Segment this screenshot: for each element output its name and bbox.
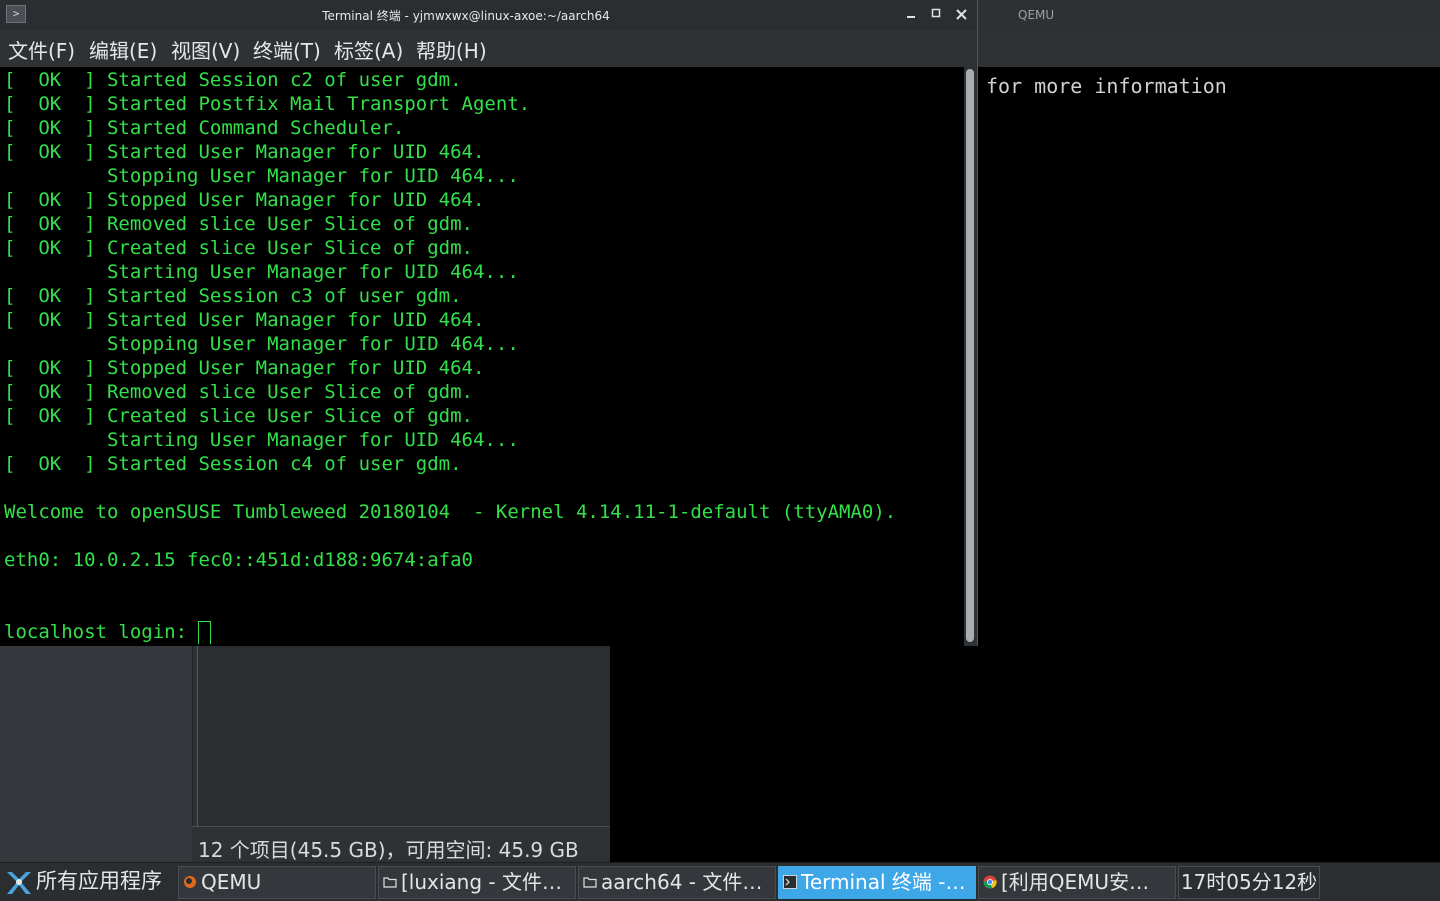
- terminal-cursor: [198, 621, 212, 644]
- folder-icon: [583, 877, 597, 888]
- taskbar-item-qemu[interactable]: QEMU: [178, 866, 376, 899]
- terminal-line: [ OK ] Created slice User Slice of gdm.: [4, 237, 473, 259]
- terminal-output[interactable]: [ OK ] Started Session c2 of user gdm. […: [4, 68, 962, 644]
- file-manager-window[interactable]: 12 个项目(45.5 GB)，可用空间: 45.9 GB: [0, 646, 611, 863]
- applications-menu-label: 所有应用程序: [36, 869, 162, 893]
- terminal-line: Starting User Manager for UID 464...: [4, 261, 519, 283]
- terminal-window[interactable]: > Terminal 终端 - yjmwxwx@linux-axoe:~/aar…: [0, 0, 978, 646]
- terminal-window-title: Terminal 终端 - yjmwxwx@linux-axoe:~/aarch…: [322, 9, 610, 23]
- menu-file[interactable]: 文件(F): [8, 35, 75, 64]
- qemu-titlebar[interactable]: QEMU: [978, 0, 1440, 30]
- login-prompt-line[interactable]: localhost login:: [4, 620, 962, 644]
- terminal-line: [ OK ] Started Session c3 of user gdm.: [4, 285, 462, 307]
- menu-help[interactable]: 帮助(H): [416, 35, 487, 64]
- minimize-button[interactable]: [900, 4, 922, 26]
- menu-terminal[interactable]: 终端(T): [253, 35, 321, 64]
- file-manager-status-text: 12 个项目(45.5 GB)，可用空间: 45.9 GB: [198, 838, 579, 862]
- menu-tabs[interactable]: 标签(A): [334, 35, 403, 64]
- taskbar-item-terminal[interactable]: Terminal 终端 -…: [778, 866, 976, 899]
- terminal-icon: [783, 875, 797, 889]
- close-button[interactable]: [950, 4, 972, 26]
- close-icon: [955, 9, 967, 20]
- terminal-line: [ OK ] Stopped User Manager for UID 464.: [4, 357, 485, 379]
- terminal-line: eth0: 10.0.2.15 fec0::451d:d188:9674:afa…: [4, 549, 473, 571]
- terminal-line: [ OK ] Started User Manager for UID 464.: [4, 141, 485, 163]
- taskbar-item-label: [利用QEMU安…: [1001, 870, 1150, 894]
- menu-edit[interactable]: 编辑(E): [89, 35, 157, 64]
- terminal-line: Welcome to openSUSE Tumbleweed 20180104 …: [4, 501, 897, 523]
- taskbar-item-aarch64-files[interactable]: aarch64 - 文件…: [578, 866, 776, 899]
- terminal-line: Starting User Manager for UID 464...: [4, 429, 519, 451]
- file-manager-statusbar: 12 个项目(45.5 GB)，可用空间: 45.9 GB: [192, 826, 610, 863]
- taskbar-item-label: Terminal 终端 -…: [801, 870, 966, 894]
- applications-menu-icon: [7, 872, 31, 894]
- terminal-line: [ OK ] Stopped User Manager for UID 464.: [4, 189, 485, 211]
- taskbar-item-luxiang-files[interactable]: [luxiang - 文件…: [378, 866, 576, 899]
- qemu-window-title: QEMU: [1018, 8, 1055, 22]
- taskbar-clock[interactable]: 17时05分12秒: [1178, 866, 1320, 899]
- terminal-line: Stopping User Manager for UID 464...: [4, 165, 519, 187]
- taskbar-item-label: aarch64 - 文件…: [601, 870, 763, 894]
- terminal-line: [ OK ] Removed slice User Slice of gdm.: [4, 213, 473, 235]
- minimize-icon: [907, 16, 915, 18]
- terminal-line: [ OK ] Started User Manager for UID 464.: [4, 309, 485, 331]
- maximize-icon: [931, 8, 941, 18]
- login-prompt: localhost login:: [4, 621, 199, 643]
- folder-icon: [383, 877, 397, 888]
- menu-view[interactable]: 视图(V): [171, 35, 240, 64]
- terminal-menubar: 文件(F) 编辑(E) 视图(V) 终端(T) 标签(A) 帮助(H): [0, 30, 977, 67]
- terminal-line: [ OK ] Started Session c2 of user gdm.: [4, 69, 462, 91]
- terminal-line: [ OK ] Started Command Scheduler.: [4, 117, 405, 139]
- terminal-line: [ OK ] Started Session c4 of user gdm.: [4, 453, 462, 475]
- maximize-button[interactable]: [925, 4, 947, 26]
- taskbar-item-label: [luxiang - 文件…: [401, 870, 562, 894]
- terminal-scrollbar[interactable]: [964, 67, 977, 646]
- terminal-line: [ OK ] Removed slice User Slice of gdm.: [4, 381, 473, 403]
- terminal-scrollbar-thumb[interactable]: [966, 69, 974, 642]
- terminal-titlebar[interactable]: > Terminal 终端 - yjmwxwx@linux-axoe:~/aar…: [0, 0, 977, 30]
- terminal-line: [ OK ] Started Postfix Mail Transport Ag…: [4, 93, 531, 115]
- qemu-display-lower: [610, 646, 978, 862]
- taskbar-item-browser[interactable]: [利用QEMU安…: [978, 866, 1176, 899]
- qemu-window[interactable]: QEMU for more information: [978, 0, 1440, 862]
- qemu-toolbar: [978, 30, 1440, 67]
- file-manager-content-area[interactable]: [197, 646, 611, 826]
- file-manager-sidebar[interactable]: [0, 646, 193, 862]
- terminal-line: Stopping User Manager for UID 464...: [4, 333, 519, 355]
- qemu-console-text: for more information: [986, 74, 1227, 98]
- terminal-line: [ OK ] Created slice User Slice of gdm.: [4, 405, 473, 427]
- taskbar-item-label: QEMU: [201, 870, 262, 894]
- taskbar: 所有应用程序 QEMU [luxiang - 文件… aarch64 - 文件……: [0, 862, 1440, 901]
- browser-icon: [983, 875, 997, 889]
- applications-menu-button[interactable]: 所有应用程序: [2, 866, 162, 899]
- qemu-icon: [184, 876, 196, 888]
